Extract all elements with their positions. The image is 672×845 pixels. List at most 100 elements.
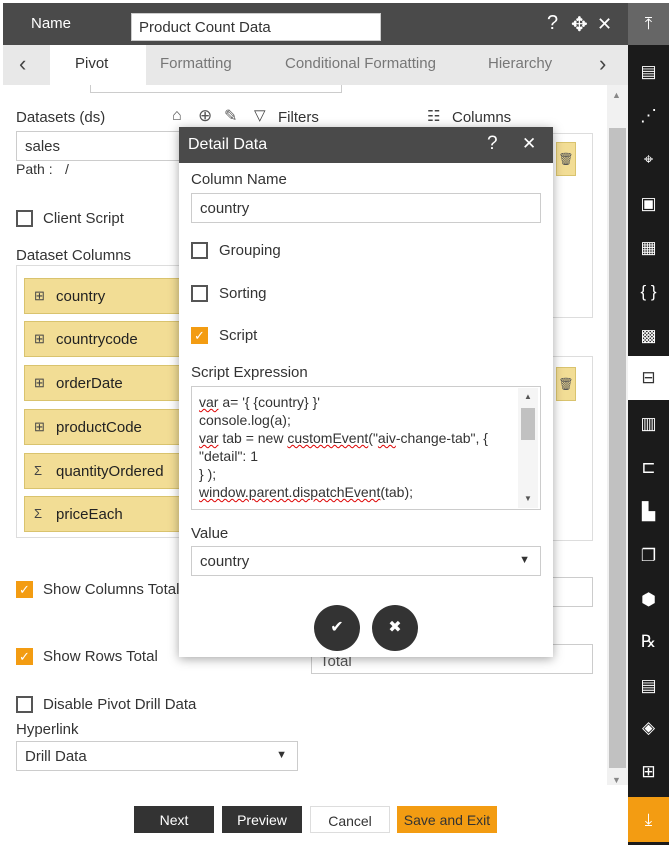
script-scroll-up-icon[interactable]: ▲ bbox=[524, 392, 532, 401]
hierarchy-icon[interactable]: ⊏ bbox=[628, 458, 669, 478]
dataset-select[interactable]: sales bbox=[16, 131, 186, 161]
modal-close-icon[interactable]: ✕ bbox=[522, 134, 536, 154]
disable-drill-checkbox[interactable] bbox=[16, 696, 33, 713]
scrollbar-thumb[interactable] bbox=[609, 128, 626, 768]
value-select[interactable]: country ▼ bbox=[191, 546, 541, 576]
path-value: / bbox=[65, 161, 69, 177]
tab-hierarchy[interactable]: Hierarchy bbox=[488, 55, 552, 72]
save-exit-button[interactable]: Save and Exit bbox=[397, 806, 497, 833]
panel-header: Name Product Count Data ? ✥ ✕ bbox=[3, 3, 628, 45]
sigma-icon: Σ bbox=[34, 506, 43, 521]
tab-conditional-formatting[interactable]: Conditional Formatting bbox=[285, 55, 436, 72]
script-checkbox[interactable]: ✓ bbox=[191, 327, 208, 344]
script-scroll-down-icon[interactable]: ▼ bbox=[524, 494, 532, 503]
cancel-modal-button[interactable]: ✖ bbox=[372, 605, 418, 651]
name-label: Name bbox=[31, 15, 72, 32]
value-label: Value bbox=[191, 525, 229, 542]
show-rows-total-checkbox[interactable]: ✓ bbox=[16, 648, 33, 665]
detail-data-modal: Detail Data ? ✕ Column Name country Grou… bbox=[179, 127, 553, 657]
list-document-icon[interactable]: ▤ bbox=[628, 676, 669, 696]
sorting-checkbox[interactable] bbox=[191, 285, 208, 302]
line-chart-icon[interactable]: ⋰ bbox=[628, 106, 669, 126]
cancel-button[interactable]: Cancel bbox=[310, 806, 390, 833]
prescription-icon[interactable]: ℞ bbox=[628, 632, 669, 652]
show-columns-total-label: Show Columns Total bbox=[43, 581, 180, 598]
pivot-table-icon[interactable]: ⊟ bbox=[628, 368, 669, 388]
name-input[interactable]: Product Count Data bbox=[131, 13, 381, 41]
table-icon: ⊞ bbox=[34, 288, 45, 303]
sorting-label: Sorting bbox=[219, 285, 267, 302]
trash-icon[interactable]: 🗑 bbox=[556, 142, 576, 176]
hyperlink-select[interactable]: Drill Data ▼ bbox=[16, 741, 298, 771]
column-item[interactable]: ΣquantityOrdered bbox=[24, 453, 184, 489]
script-line: } ); bbox=[199, 466, 217, 482]
script-label: Script bbox=[219, 327, 258, 344]
home-icon[interactable]: ⌂ bbox=[172, 107, 182, 125]
bar-chart-icon[interactable]: ▙ bbox=[628, 502, 669, 522]
script-line: window.parent.dispatchEvent(tab); bbox=[199, 484, 414, 500]
client-script-label: Client Script bbox=[43, 210, 124, 227]
script-line: console.log(a); bbox=[199, 412, 291, 428]
script-editor[interactable]: var a= '{ {country} }' console.log(a); v… bbox=[191, 386, 541, 510]
type-field-partial[interactable] bbox=[90, 85, 342, 93]
copy-icon[interactable]: ❐ bbox=[628, 546, 669, 566]
script-line: var a= '{ {country} }' bbox=[199, 394, 320, 410]
script-scrollbar[interactable]: ▲ ▼ bbox=[518, 388, 538, 508]
dataset-columns-label: Dataset Columns bbox=[16, 247, 132, 264]
tab-formatting[interactable]: Formatting bbox=[160, 55, 232, 72]
column-item[interactable]: ΣpriceEach bbox=[24, 496, 184, 532]
show-rows-total-label: Show Rows Total bbox=[43, 648, 158, 665]
hyperlink-value: Drill Data bbox=[25, 748, 87, 765]
sigma-icon: Σ bbox=[34, 463, 43, 478]
script-scroll-thumb[interactable] bbox=[521, 408, 535, 440]
tab-pivot[interactable]: Pivot bbox=[75, 55, 108, 72]
path-label: Path : bbox=[16, 161, 53, 177]
code-braces-icon[interactable]: { } bbox=[628, 282, 669, 302]
column-item[interactable]: ⊞ productCode bbox=[24, 409, 184, 445]
column-name-input[interactable]: country bbox=[191, 193, 541, 223]
collapse-down-icon[interactable]: ⤓ bbox=[628, 810, 669, 830]
trash-icon[interactable]: 🗑 bbox=[556, 367, 576, 401]
edit-icon[interactable]: ✎ bbox=[224, 106, 237, 126]
scroll-up-icon[interactable]: ▲ bbox=[612, 90, 621, 100]
column-item[interactable]: ⊞ countrycode bbox=[24, 321, 184, 357]
filters-label[interactable]: Filters bbox=[278, 109, 319, 126]
script-line: var tab = new customEvent("aiv-change-ta… bbox=[199, 430, 488, 446]
map-icon[interactable]: ⌖ bbox=[628, 150, 669, 170]
column-item[interactable]: ⊞ country bbox=[24, 278, 184, 314]
modal-header: Detail Data ? ✕ bbox=[179, 127, 553, 163]
preview-button[interactable]: Preview bbox=[222, 806, 302, 833]
report-icon[interactable]: ▣ bbox=[628, 194, 669, 214]
image-icon[interactable]: ▩ bbox=[628, 326, 669, 346]
file-grid-icon[interactable]: ▥ bbox=[628, 414, 669, 434]
add-circle-icon[interactable]: ⊕ bbox=[198, 106, 212, 126]
modal-help-icon[interactable]: ? bbox=[487, 133, 498, 155]
grouping-checkbox[interactable] bbox=[191, 242, 208, 259]
document-icon[interactable]: ▦ bbox=[628, 238, 669, 258]
value-selected: country bbox=[200, 553, 250, 570]
scroll-down-icon[interactable]: ▼ bbox=[612, 775, 621, 785]
tabs-next-icon[interactable]: › bbox=[599, 51, 606, 77]
columns-total-field[interactable] bbox=[551, 577, 593, 607]
column-name-label: Column Name bbox=[191, 171, 287, 188]
collapse-up-icon[interactable]: ⤒ bbox=[628, 14, 669, 34]
close-icon[interactable]: ✕ bbox=[597, 14, 612, 35]
client-script-checkbox[interactable] bbox=[16, 210, 33, 227]
chevron-down-icon: ▼ bbox=[519, 554, 530, 566]
layers-icon[interactable]: ◈ bbox=[628, 718, 669, 738]
move-icon[interactable]: ✥ bbox=[571, 12, 588, 37]
tabs-prev-icon[interactable]: ‹ bbox=[19, 51, 26, 77]
table-widget-icon[interactable]: ▤ bbox=[628, 62, 669, 82]
show-columns-total-checkbox[interactable]: ✓ bbox=[16, 581, 33, 598]
filter-icon[interactable]: ▽ bbox=[254, 106, 266, 124]
confirm-button[interactable]: ✔ bbox=[314, 605, 360, 651]
hyperlink-label: Hyperlink bbox=[16, 721, 79, 738]
next-button[interactable]: Next bbox=[134, 806, 214, 833]
add-grid-icon[interactable]: ⊞ bbox=[628, 762, 669, 782]
column-item[interactable]: ⊞ orderDate bbox=[24, 365, 184, 401]
help-icon[interactable]: ? bbox=[547, 12, 558, 35]
tab-bar: ‹ Pivot Formatting Conditional Formattin… bbox=[3, 45, 628, 85]
columns-list-icon: ☷ bbox=[427, 108, 441, 125]
columns-label: Columns bbox=[452, 109, 512, 126]
cubes-icon[interactable]: ⬢ bbox=[628, 590, 669, 610]
